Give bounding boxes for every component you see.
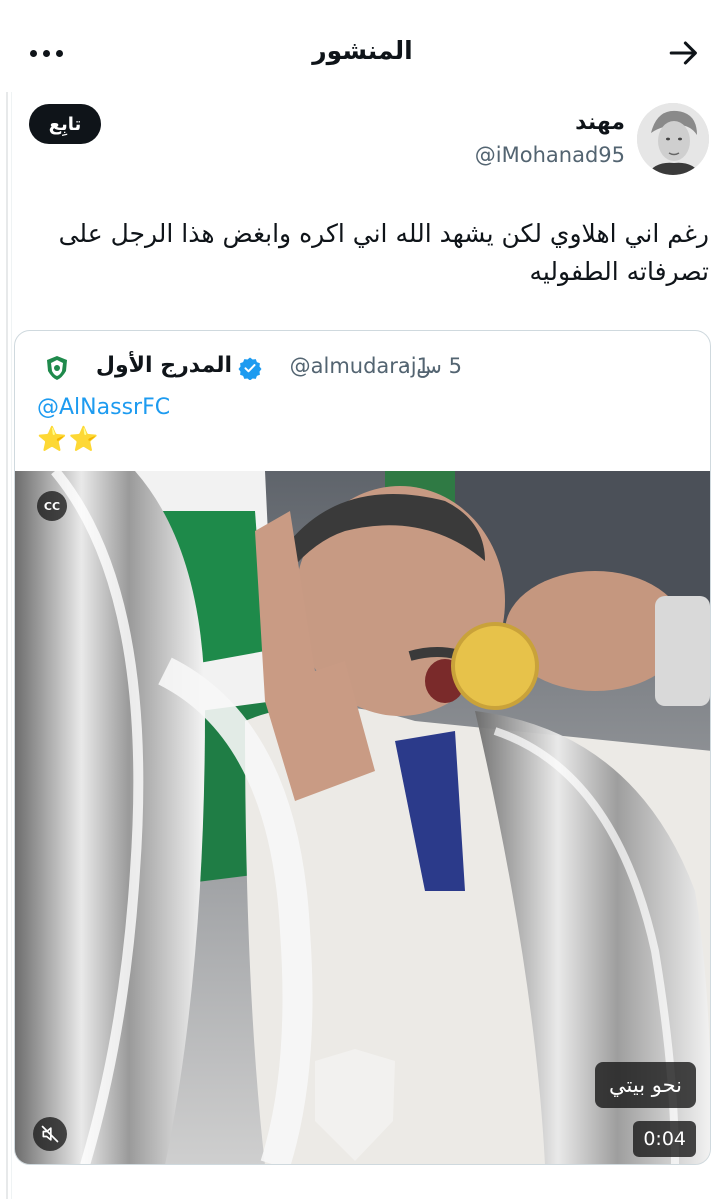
video-caption-chip: نحو بيتي [595,1062,696,1108]
post-text: رغم اني اهلاوي لكن يشهد الله اني اكره وا… [58,219,709,286]
page-title: المنشور [312,36,413,65]
quoted-post[interactable]: المدرج الأول @almudaraj1 5 س · @AlNassrF… [14,330,711,1165]
mute-toggle-button[interactable] [33,1117,67,1151]
verified-badge-icon [238,357,262,380]
back-arrow-icon[interactable] [667,36,701,70]
author-name[interactable]: مهند [575,110,625,135]
top-bar: المنشور [0,0,725,92]
video-player[interactable]: CC نحو بيتي 0:04 [15,471,710,1164]
author-handle[interactable]: @iMohanad95 [475,143,625,167]
star-emojis: ⭐⭐ [37,425,101,453]
club-logo-icon [42,353,72,383]
quoted-author-name[interactable]: المدرج الأول [96,353,232,378]
thread-line [6,92,8,1199]
mention-link[interactable]: @AlNassrFC [37,395,170,420]
follow-button[interactable]: تابِع [29,104,101,144]
video-frame [15,471,710,1164]
closed-captions-icon[interactable]: CC [37,491,67,521]
quoted-author-avatar[interactable] [42,353,72,383]
video-duration: 0:04 [633,1121,696,1157]
quoted-post-header: المدرج الأول @almudaraj1 5 س · [15,353,710,385]
author-avatar[interactable] [637,103,709,175]
avatar-portrait [637,103,709,175]
thread-line-secondary [11,92,12,1199]
speaker-muted-icon [41,1125,59,1143]
quoted-post-time[interactable]: 5 س · [403,354,462,378]
